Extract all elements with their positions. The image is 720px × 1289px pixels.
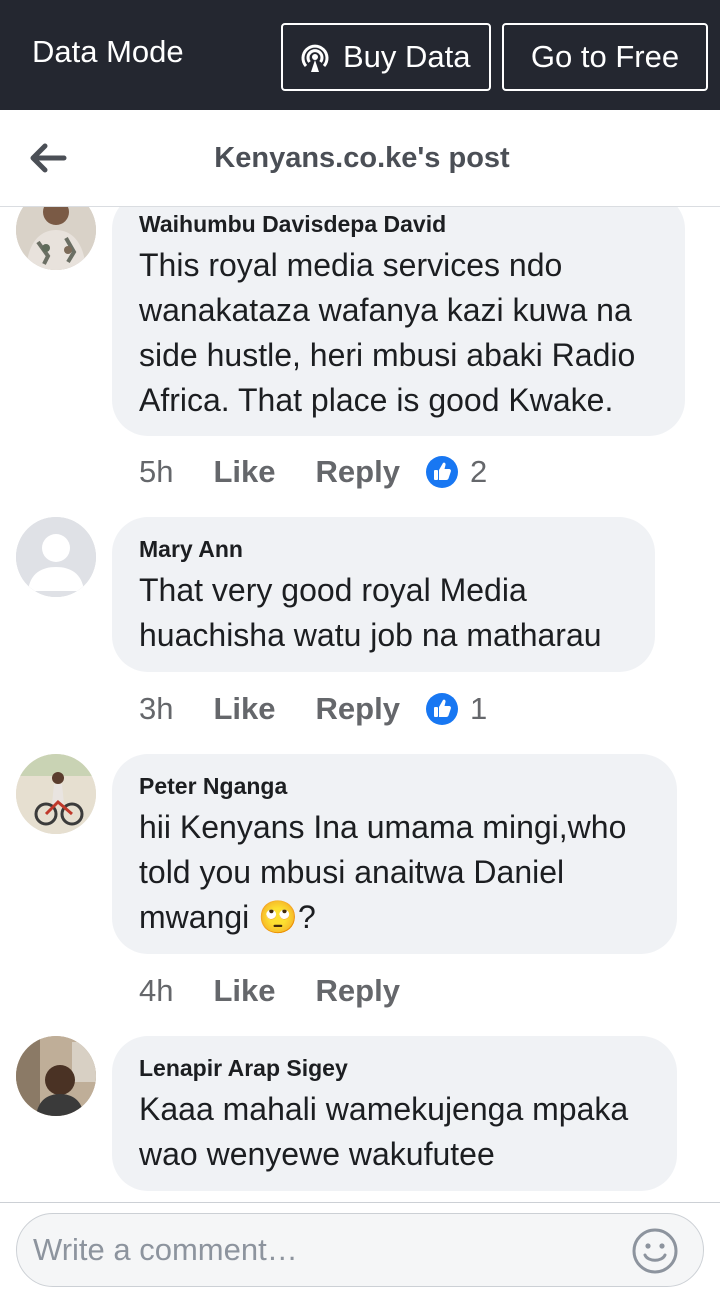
comment-timestamp[interactable]: 4h xyxy=(139,973,173,1009)
page-title: Kenyans.co.ke's post xyxy=(214,142,510,174)
comment-text: That very good royal Media huachisha wat… xyxy=(139,572,602,653)
post-header: Kenyans.co.ke's post xyxy=(0,110,720,207)
reply-button[interactable]: Reply xyxy=(316,973,400,1009)
comment-author[interactable]: Lenapir Arap Sigey xyxy=(139,1054,651,1082)
reaction-summary[interactable]: 1 xyxy=(425,691,488,727)
buy-data-label: Buy Data xyxy=(343,39,471,74)
comment-actions: 5h Like Reply 2 xyxy=(139,452,487,492)
comment-bubble: Lenapir Arap Sigey Kaaa mahali wamekujen… xyxy=(112,1036,677,1191)
comment-timestamp[interactable]: 5h xyxy=(139,454,173,490)
go-to-free-button[interactable]: Go to Free xyxy=(502,23,708,91)
data-mode-bar: Data Mode Buy Data Go to Free xyxy=(0,0,720,110)
comment-actions: 4h Like Reply xyxy=(139,971,426,1011)
comments-list: Waihumbu Davisdepa David This royal medi… xyxy=(0,207,720,1202)
avatar[interactable] xyxy=(16,1036,96,1116)
avatar[interactable] xyxy=(16,517,96,597)
data-mode-label: Data Mode xyxy=(32,34,184,69)
comment-bubble: Waihumbu Davisdepa David This royal medi… xyxy=(112,207,685,436)
comment-text: Kaaa mahali wamekujenga mpaka wao wenyew… xyxy=(139,1091,629,1172)
comment-input[interactable]: Write a comment… xyxy=(16,1213,704,1287)
comment-bubble: Peter Nganga hii Kenyans Ina umama mingi… xyxy=(112,754,677,954)
comment-timestamp[interactable]: 3h xyxy=(139,691,173,727)
like-button[interactable]: Like xyxy=(213,454,275,490)
like-reaction-icon xyxy=(425,456,458,488)
reply-button[interactable]: Reply xyxy=(316,691,400,727)
like-button[interactable]: Like xyxy=(213,973,275,1009)
reaction-count: 1 xyxy=(469,691,488,726)
reply-button[interactable]: Reply xyxy=(316,454,400,490)
comment-actions: 3h Like Reply 1 xyxy=(139,689,487,729)
comment-author[interactable]: Peter Nganga xyxy=(139,772,651,800)
like-reaction-icon xyxy=(425,693,458,725)
comment-text: hii Kenyans Ina umama mingi,who told you… xyxy=(139,809,627,935)
comment-author[interactable]: Mary Ann xyxy=(139,535,629,563)
emoji-icon[interactable] xyxy=(631,1227,679,1275)
comment-composer-bar: Write a comment… xyxy=(0,1202,720,1289)
like-button[interactable]: Like xyxy=(213,691,275,727)
avatar[interactable] xyxy=(16,754,96,834)
broadcast-icon xyxy=(297,39,333,75)
reaction-count: 2 xyxy=(469,454,488,489)
buy-data-button[interactable]: Buy Data xyxy=(281,23,491,91)
reaction-summary[interactable]: 2 xyxy=(425,454,488,490)
go-to-free-label: Go to Free xyxy=(530,39,680,74)
comment-author[interactable]: Waihumbu Davisdepa David xyxy=(139,210,659,238)
comment-input-placeholder: Write a comment… xyxy=(33,1232,298,1267)
comment-text: This royal media services ndo wanakataza… xyxy=(139,247,636,418)
avatar[interactable] xyxy=(16,207,96,270)
comment-bubble: Mary Ann That very good royal Media huac… xyxy=(112,517,655,672)
